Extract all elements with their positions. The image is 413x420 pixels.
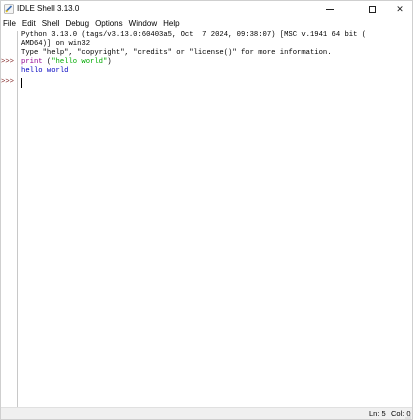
shell-text-area[interactable]: >>> >>> Python 3.13.0 (tags/v3.13.0:6040… (1, 31, 412, 407)
minimize-button[interactable] (316, 1, 344, 17)
idle-shell-window: IDLE Shell 3.13.0 ✕ File Edit Shell Debu… (0, 0, 413, 420)
maximize-icon (368, 5, 376, 13)
resize-grip-icon[interactable] (405, 413, 411, 419)
close-button[interactable]: ✕ (386, 1, 412, 17)
command-line: print ("hello world") (21, 58, 112, 67)
minimize-icon (326, 8, 334, 10)
title-bar[interactable]: IDLE Shell 3.13.0 ✕ (1, 1, 412, 17)
banner-line: Type "help", "copyright", "credits" or "… (21, 49, 332, 57)
menu-debug[interactable]: Debug (63, 17, 93, 31)
menu-bar: File Edit Shell Debug Options Window Hel… (1, 17, 412, 31)
menu-file[interactable]: File (1, 17, 20, 31)
program-output: hello world (21, 67, 69, 75)
shell-prompt: >>> (1, 78, 14, 86)
window-title: IDLE Shell 3.13.0 (17, 4, 80, 13)
paren-close: ) (107, 58, 112, 66)
banner-line: AMD64)] on win32 (21, 40, 91, 48)
status-bar: Ln: 5 Col: 0 (1, 407, 412, 419)
gutter-divider (17, 31, 18, 407)
banner-line: Python 3.13.0 (tags/v3.13.0:60403a5, Oct… (21, 31, 367, 39)
prompt-gutter: >>> >>> (1, 31, 17, 407)
menu-window[interactable]: Window (127, 17, 161, 31)
text-cursor (21, 78, 22, 88)
close-icon: ✕ (396, 4, 404, 14)
maximize-button[interactable] (358, 1, 386, 17)
shell-prompt: >>> (1, 58, 14, 66)
menu-shell[interactable]: Shell (40, 17, 64, 31)
line-number: Ln: 5 (369, 409, 386, 418)
menu-help[interactable]: Help (161, 17, 183, 31)
menu-edit[interactable]: Edit (20, 17, 40, 31)
menu-options[interactable]: Options (93, 17, 127, 31)
string-literal: "hello world" (51, 58, 108, 66)
paren-open: ( (42, 58, 52, 66)
python-idle-icon (4, 4, 14, 14)
print-keyword: print (21, 58, 43, 66)
